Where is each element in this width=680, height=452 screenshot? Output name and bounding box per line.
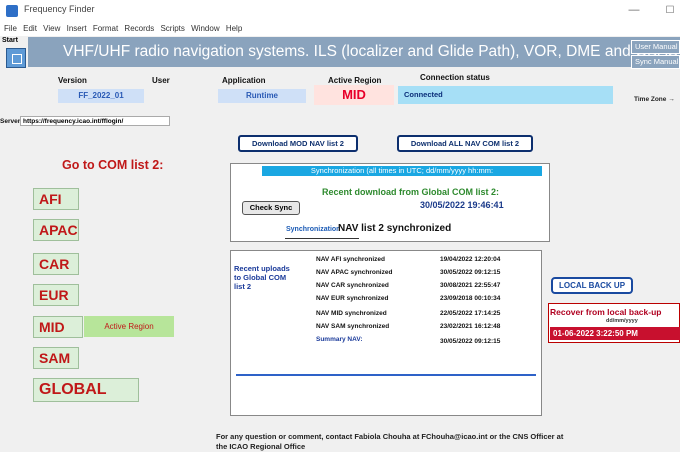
nav-row-name: NAV AFI synchronized bbox=[316, 256, 385, 263]
menu-help[interactable]: Help bbox=[226, 22, 242, 36]
menu-records[interactable]: Records bbox=[124, 22, 154, 36]
sync-header-bar: Synchronization (all times in UTC; dd/mm… bbox=[262, 166, 542, 176]
menu-format[interactable]: Format bbox=[93, 22, 118, 36]
nav-row-date: 22/05/2022 17:14:25 bbox=[440, 310, 501, 317]
header-banner: VHF/UHF radio navigation systems. ILS (l… bbox=[28, 37, 680, 67]
connection-status-label: Connection status bbox=[420, 73, 490, 82]
nav-row-name: NAV EUR synchronized bbox=[316, 295, 389, 302]
download-mod-nav-button[interactable]: Download MOD NAV list 2 bbox=[238, 135, 358, 152]
menu-bar: File Edit View Insert Format Records Scr… bbox=[0, 22, 680, 36]
download-all-nav-button[interactable]: Download ALL NAV COM list 2 bbox=[397, 135, 533, 152]
recover-backup-field[interactable]: 01-06-2022 3:22:50 PM bbox=[550, 327, 680, 340]
nav-row-date: 30/08/2021 22:55:47 bbox=[440, 282, 501, 289]
summary-nav-date: 30/05/2022 09:12:15 bbox=[440, 338, 501, 345]
window-title-bar: Frequency Finder — ☐ bbox=[0, 0, 680, 22]
sync-manual-button[interactable]: Sync Manual bbox=[631, 55, 680, 69]
sync-status: NAV list 2 synchronized bbox=[338, 223, 452, 234]
menu-edit[interactable]: Edit bbox=[23, 22, 37, 36]
nav-row-name: NAV CAR synchronized bbox=[316, 282, 389, 289]
nav-row-name: NAV SAM synchronized bbox=[316, 323, 390, 330]
application-label: Application bbox=[222, 76, 266, 85]
nav-row-date: 19/04/2022 12:20:04 bbox=[440, 256, 501, 263]
menu-scripts[interactable]: Scripts bbox=[160, 22, 184, 36]
go-com-heading: Go to COM list 2: bbox=[62, 158, 164, 172]
footer-contact: For any question or comment, contact Fab… bbox=[216, 432, 564, 451]
region-button-global[interactable]: GLOBAL bbox=[33, 378, 139, 402]
sync-underline bbox=[285, 238, 359, 239]
active-region-label: Active Region bbox=[328, 76, 382, 85]
recent-download-date: 30/05/2022 19:46:41 bbox=[420, 200, 504, 210]
recent-uploads-label: Recent uploads to Global COM list 2 bbox=[234, 264, 290, 291]
user-manual-button[interactable]: User Manual bbox=[631, 40, 680, 54]
server-label: Server bbox=[0, 118, 21, 125]
server-field[interactable]: https://frequency.icao.int/fflogin/ bbox=[20, 116, 170, 126]
region-button-mid[interactable]: MID bbox=[33, 316, 83, 338]
nav-row-date: 23/09/2018 00:10:34 bbox=[440, 295, 501, 302]
nav-row-date: 23/02/2021 16:12:48 bbox=[440, 323, 501, 330]
active-region-tag: Active Region bbox=[84, 316, 174, 337]
recover-format-hint: dd/mm/yyyy bbox=[606, 318, 638, 324]
minimize-button[interactable]: — bbox=[622, 0, 646, 22]
menu-window[interactable]: Window bbox=[191, 22, 219, 36]
region-button-apac[interactable]: APAC bbox=[33, 219, 79, 241]
region-button-sam[interactable]: SAM bbox=[33, 347, 79, 369]
user-label: User bbox=[152, 76, 170, 85]
active-region-value: MID bbox=[314, 85, 394, 105]
recover-title: Recover from local back-up bbox=[550, 307, 662, 317]
page-title: VHF/UHF radio navigation systems. ILS (l… bbox=[63, 43, 679, 60]
home-icon[interactable] bbox=[6, 48, 26, 68]
application-value: Runtime bbox=[218, 89, 306, 103]
recent-download-label: Recent download from Global COM list 2: bbox=[322, 187, 500, 197]
sync-label: Synchronization bbox=[286, 226, 341, 233]
version-label: Version bbox=[58, 76, 87, 85]
app-icon bbox=[6, 5, 18, 17]
menu-insert[interactable]: Insert bbox=[67, 22, 87, 36]
nav-row-date: 30/05/2022 09:12:15 bbox=[440, 269, 501, 276]
version-value: FF_2022_01 bbox=[58, 89, 144, 103]
nav-row-name: NAV MID synchronized bbox=[316, 310, 387, 317]
menu-view[interactable]: View bbox=[43, 22, 60, 36]
region-button-eur[interactable]: EUR bbox=[33, 284, 79, 306]
region-button-car[interactable]: CAR bbox=[33, 253, 79, 275]
start-label: Start bbox=[2, 37, 18, 44]
connection-status-value: Connected bbox=[398, 86, 613, 104]
region-button-afi[interactable]: AFI bbox=[33, 188, 79, 210]
summary-nav-label: Summary NAV: bbox=[316, 336, 363, 343]
nav-row-name: NAV APAC synchronized bbox=[316, 269, 393, 276]
time-zone-label: Time Zone → bbox=[634, 96, 675, 103]
check-sync-button[interactable]: Check Sync bbox=[242, 201, 300, 215]
window-title: Frequency Finder bbox=[24, 4, 95, 14]
local-backup-button[interactable]: LOCAL BACK UP bbox=[551, 277, 633, 294]
maximize-button[interactable]: ☐ bbox=[660, 0, 680, 22]
divider-line bbox=[236, 374, 536, 376]
menu-file[interactable]: File bbox=[4, 22, 17, 36]
